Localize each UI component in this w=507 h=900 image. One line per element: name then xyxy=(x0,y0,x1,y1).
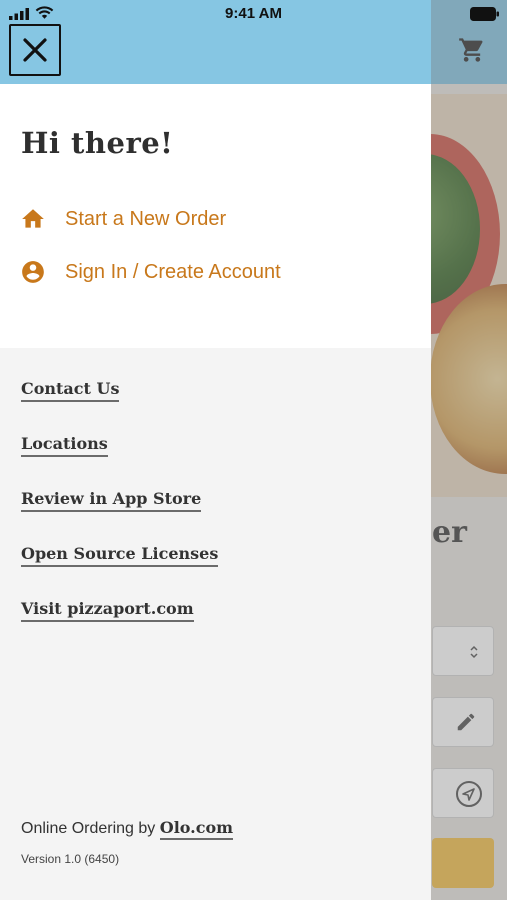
review-app-store-link[interactable]: Review in App Store xyxy=(21,489,202,512)
version-text: Version 1.0 (6450) xyxy=(21,852,120,866)
start-new-order-item[interactable]: Start a New Order xyxy=(20,204,226,234)
online-ordering-credit: Online Ordering by Olo.com xyxy=(21,818,234,840)
status-bar: 9:41 AM xyxy=(0,0,507,26)
sign-in-item[interactable]: Sign In / Create Account xyxy=(20,257,281,287)
start-new-order-label: Start a New Order xyxy=(65,207,227,230)
side-drawer: Hi there! Start a New Order Sign In / Cr… xyxy=(0,0,431,900)
close-button[interactable] xyxy=(9,24,61,76)
locations-link[interactable]: Locations xyxy=(21,434,108,457)
account-circle-icon xyxy=(20,259,46,285)
home-icon xyxy=(20,206,46,232)
close-icon xyxy=(23,38,47,62)
open-source-licenses-link[interactable]: Open Source Licenses xyxy=(21,544,219,567)
olo-link[interactable]: Olo.com xyxy=(159,818,234,840)
sign-in-label: Sign In / Create Account xyxy=(65,260,281,283)
online-ordering-text: Online Ordering by xyxy=(21,820,156,837)
visit-website-link[interactable]: Visit pizzaport.com xyxy=(21,599,194,622)
greeting-title: Hi there! xyxy=(21,126,174,160)
drawer-greeting-section: Hi there! Start a New Order Sign In / Cr… xyxy=(0,84,431,348)
status-time: 9:41 AM xyxy=(225,5,282,22)
battery-icon xyxy=(470,7,499,21)
contact-us-link[interactable]: Contact Us xyxy=(21,379,120,402)
